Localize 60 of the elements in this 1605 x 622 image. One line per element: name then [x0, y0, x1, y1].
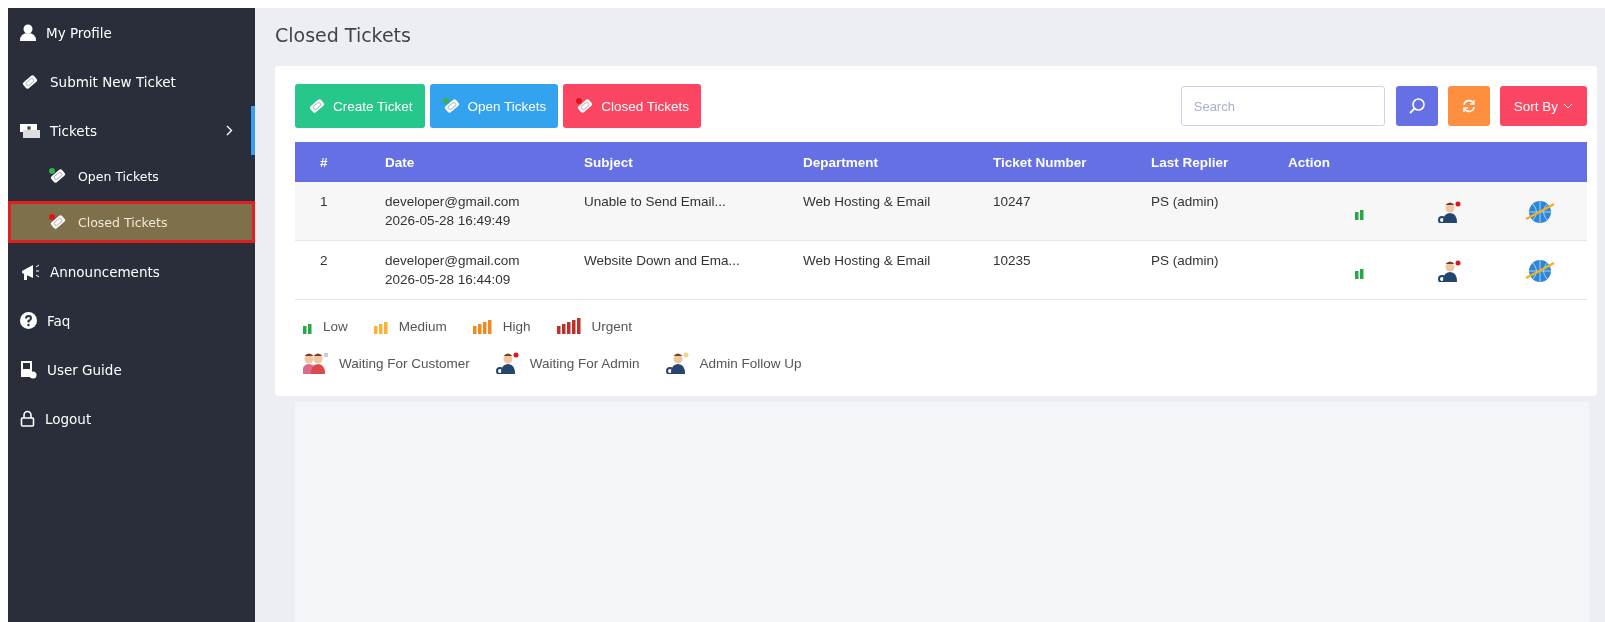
table-cell-text: developer@gmail.com — [385, 252, 521, 270]
priority-bars-icon — [556, 318, 582, 334]
priority-bars-icon — [472, 318, 493, 334]
table-cell-text: 2026-05-28 16:49:49 — [385, 212, 512, 230]
sidebar-item[interactable]: Closed Tickets — [8, 201, 255, 243]
megaphone-icon — [20, 262, 40, 281]
table-cell-text: PS (admin) — [1151, 252, 1220, 270]
search-button[interactable] — [1395, 86, 1438, 126]
table-cell-text: developer@gmail.com — [385, 193, 521, 211]
agent-icon — [1438, 260, 1462, 282]
sidebar-item[interactable]: My Profile — [8, 8, 255, 57]
table-cell-text: Unable to Send Email... — [584, 193, 727, 211]
search-field[interactable]: Search — [1180, 86, 1385, 126]
sidebar-item[interactable]: Submit New Ticket — [8, 57, 255, 106]
table-cell-text: 2026-05-28 16:44:09 — [385, 271, 512, 289]
sidebar-item[interactable]: Open Tickets — [8, 155, 255, 197]
legend-label: Low — [323, 318, 348, 334]
table-cell-text: 10247 — [993, 193, 1032, 211]
user-icon — [20, 24, 36, 41]
refresh-button[interactable] — [1447, 86, 1490, 126]
legend-label: Waiting For Customer — [339, 355, 470, 371]
help-icon — [20, 312, 37, 329]
column-header: Date — [385, 154, 416, 170]
sidebar-item[interactable]: Logout — [8, 394, 255, 443]
globe-icon — [1525, 257, 1555, 285]
table-cell-text: 2 — [319, 252, 329, 270]
agent-icon — [495, 352, 520, 374]
table-cell-text: 10235 — [993, 252, 1032, 270]
legend-label: Waiting For Admin — [529, 355, 640, 371]
legend-label: Urgent — [591, 318, 633, 334]
table-cell-text: Website Down and Ema... — [584, 252, 741, 270]
legend-label: High — [502, 318, 531, 334]
people-icon — [303, 352, 329, 374]
column-header: Subject — [584, 154, 634, 170]
chevron-icon — [226, 124, 233, 136]
book-icon — [20, 360, 37, 379]
column-header: Action — [1288, 154, 1331, 170]
sidebar-item[interactable]: Announcements — [8, 247, 255, 296]
search-icon — [1407, 97, 1426, 115]
sidebar-item[interactable]: Tickets — [8, 106, 255, 155]
table-cell-text: Web Hosting & Email — [803, 252, 932, 270]
column-header: Last Replier — [1151, 154, 1230, 170]
agent-icon — [665, 352, 690, 374]
chevron-down-icon — [1563, 103, 1573, 109]
column-header: # — [319, 154, 329, 170]
page-title: Closed Tickets — [275, 24, 412, 46]
table-cell-text: 1 — [319, 193, 329, 211]
globe-icon — [1525, 198, 1555, 226]
sidebar-item[interactable]: Faq — [8, 296, 255, 345]
lock-icon — [20, 410, 35, 427]
legend-label: Admin Follow Up — [699, 355, 802, 371]
column-header: Department — [803, 154, 879, 170]
refresh-icon — [1461, 99, 1476, 113]
table-cell-text: PS (admin) — [1151, 193, 1220, 211]
legend-label: Medium — [398, 318, 447, 334]
table-cell-text: Web Hosting & Email — [803, 193, 932, 211]
tickets-icon — [20, 122, 40, 139]
agent-icon — [1438, 201, 1462, 223]
sidebar-item[interactable]: User Guide — [8, 345, 255, 394]
column-header: Ticket Number — [993, 154, 1088, 170]
